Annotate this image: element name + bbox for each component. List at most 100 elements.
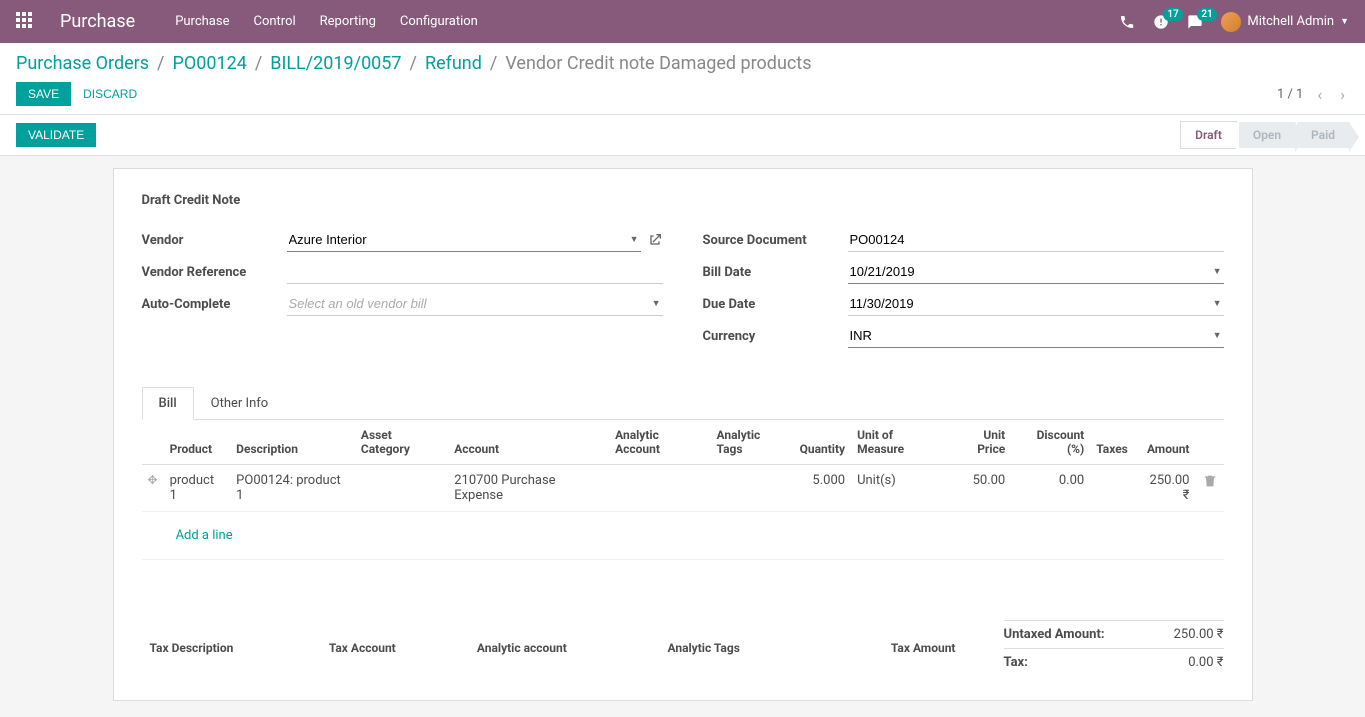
cell-analytic-account[interactable] <box>609 465 710 512</box>
label-vendor-reference: Vendor Reference <box>142 265 287 280</box>
th-tax-analytic-account: Analytic account <box>471 622 660 674</box>
label-bill-date: Bill Date <box>703 265 848 280</box>
th-unit-price: Unit Price <box>947 420 1011 465</box>
activities-badge: 17 <box>1163 8 1182 21</box>
topbar-right: 17 21 Mitchell Admin ▼ <box>1119 12 1349 32</box>
th-uom: Unit of Measure <box>851 420 947 465</box>
tax-table: Tax Description Tax Account Analytic acc… <box>142 620 964 676</box>
cell-account[interactable]: 210700 Purchase Expense <box>448 465 609 512</box>
statusbar: Validate Draft Open Paid <box>0 115 1365 156</box>
menu-control[interactable]: Control <box>253 14 295 29</box>
sheet-title: Draft Credit Note <box>142 193 1224 208</box>
invoice-lines-table: Product Description Asset Category Accou… <box>142 420 1224 560</box>
currency-field[interactable] <box>848 324 1224 348</box>
label-source-document: Source Document <box>703 233 848 248</box>
breadcrumb-bill[interactable]: BILL/2019/0057 <box>270 53 401 74</box>
th-tax-description: Tax Description <box>144 622 321 674</box>
form-col-right: Source Document Bill Date ▼ Due Date <box>703 228 1224 356</box>
vendor-reference-field[interactable] <box>287 260 663 284</box>
vendor-field[interactable] <box>287 228 641 252</box>
discard-button[interactable]: Discard <box>71 82 149 106</box>
tax-value: 0.00 ₹ <box>1188 655 1223 670</box>
table-row[interactable]: ✥ product 1 PO00124: product 1 210700 Pu… <box>142 465 1224 512</box>
cell-uom[interactable]: Unit(s) <box>851 465 947 512</box>
drag-handle-icon[interactable]: ✥ <box>148 473 158 487</box>
th-amount: Amount <box>1134 420 1196 465</box>
label-due-date: Due Date <box>703 297 848 312</box>
user-menu[interactable]: Mitchell Admin ▼ <box>1221 12 1349 32</box>
th-asset-category: Asset Category <box>355 420 448 465</box>
untaxed-value: 250.00 ₹ <box>1174 627 1224 642</box>
cell-unit-price[interactable]: 50.00 <box>947 465 1011 512</box>
th-quantity: Quantity <box>794 420 851 465</box>
status-draft[interactable]: Draft <box>1180 121 1237 149</box>
label-vendor: Vendor <box>142 233 287 248</box>
messages-icon[interactable]: 21 <box>1187 14 1203 30</box>
delete-icon[interactable] <box>1202 473 1218 488</box>
cell-taxes[interactable] <box>1090 465 1134 512</box>
tab-bill[interactable]: Bill <box>142 387 194 420</box>
pager-next[interactable]: › <box>1336 85 1349 104</box>
bill-date-field[interactable] <box>848 260 1224 284</box>
menu-reporting[interactable]: Reporting <box>320 14 376 29</box>
due-date-field[interactable] <box>848 292 1224 316</box>
avatar <box>1221 12 1241 32</box>
label-auto-complete: Auto-Complete <box>142 297 287 312</box>
breadcrumb-refund[interactable]: Refund <box>425 53 482 74</box>
th-account: Account <box>448 420 609 465</box>
validate-button[interactable]: Validate <box>16 123 96 147</box>
messages-badge: 21 <box>1197 8 1216 21</box>
source-document-field[interactable] <box>848 228 1224 252</box>
th-analytic-account: Analytic Account <box>609 420 710 465</box>
menu-configuration[interactable]: Configuration <box>400 14 478 29</box>
cell-description[interactable]: PO00124: product 1 <box>230 465 355 512</box>
auto-complete-field[interactable] <box>287 292 663 316</box>
phone-icon[interactable] <box>1119 14 1135 30</box>
bottom-section: Tax Description Tax Account Analytic acc… <box>142 620 1224 676</box>
cell-analytic-tags[interactable] <box>711 465 794 512</box>
status-open[interactable]: Open <box>1239 122 1295 148</box>
add-line-button[interactable]: Add a line <box>170 520 239 551</box>
subheader: Purchase Orders/ PO00124/ BILL/2019/0057… <box>0 43 1365 115</box>
controls-row: Save Discard 1 / 1 ‹ › <box>16 82 1349 114</box>
user-name: Mitchell Admin <box>1247 14 1334 29</box>
th-taxes: Taxes <box>1090 420 1134 465</box>
pager-prev[interactable]: ‹ <box>1313 85 1326 104</box>
top-menu: Purchase Control Reporting Configuration <box>175 14 478 29</box>
th-tax-amount: Tax Amount <box>820 622 962 674</box>
cell-asset-category[interactable] <box>355 465 448 512</box>
th-discount: Discount (%) <box>1011 420 1090 465</box>
th-description: Description <box>230 420 355 465</box>
status-steps: Draft Open Paid <box>1178 121 1349 149</box>
form-grid: Vendor ▼ Vendor Reference Auto-Complete <box>142 228 1224 356</box>
label-currency: Currency <box>703 329 848 344</box>
apps-icon[interactable] <box>16 12 36 32</box>
save-button[interactable]: Save <box>16 82 71 106</box>
form-col-left: Vendor ▼ Vendor Reference Auto-Complete <box>142 228 663 356</box>
pager-text: 1 / 1 <box>1277 87 1303 102</box>
activities-icon[interactable]: 17 <box>1153 14 1169 30</box>
cell-product[interactable]: product 1 <box>164 465 231 512</box>
tax-label: Tax: <box>1004 655 1028 670</box>
cell-quantity[interactable]: 5.000 <box>794 465 851 512</box>
breadcrumb: Purchase Orders/ PO00124/ BILL/2019/0057… <box>16 53 1349 74</box>
content: Draft Credit Note Vendor ▼ Vendor Refere… <box>0 156 1365 717</box>
breadcrumb-current: Vendor Credit note Damaged products <box>505 53 811 74</box>
tab-other-info[interactable]: Other Info <box>194 387 286 420</box>
summary: Untaxed Amount: 250.00 ₹ Tax: 0.00 ₹ <box>1004 620 1224 676</box>
th-tax-account: Tax Account <box>323 622 469 674</box>
app-title: Purchase <box>60 11 135 32</box>
th-tax-analytic-tags: Analytic Tags <box>661 622 817 674</box>
tabs: Bill Other Info <box>142 386 1224 420</box>
chevron-down-icon: ▼ <box>1340 16 1349 27</box>
cell-discount[interactable]: 0.00 <box>1011 465 1090 512</box>
breadcrumb-po[interactable]: PO00124 <box>172 53 246 74</box>
breadcrumb-purchase-orders[interactable]: Purchase Orders <box>16 53 149 74</box>
cell-amount: 250.00 ₹ <box>1134 465 1196 512</box>
th-product: Product <box>164 420 231 465</box>
menu-purchase[interactable]: Purchase <box>175 14 229 29</box>
untaxed-label: Untaxed Amount: <box>1004 627 1105 642</box>
sheet: Draft Credit Note Vendor ▼ Vendor Refere… <box>113 168 1253 701</box>
external-link-icon[interactable] <box>647 232 663 248</box>
pager: 1 / 1 ‹ › <box>1277 85 1349 104</box>
